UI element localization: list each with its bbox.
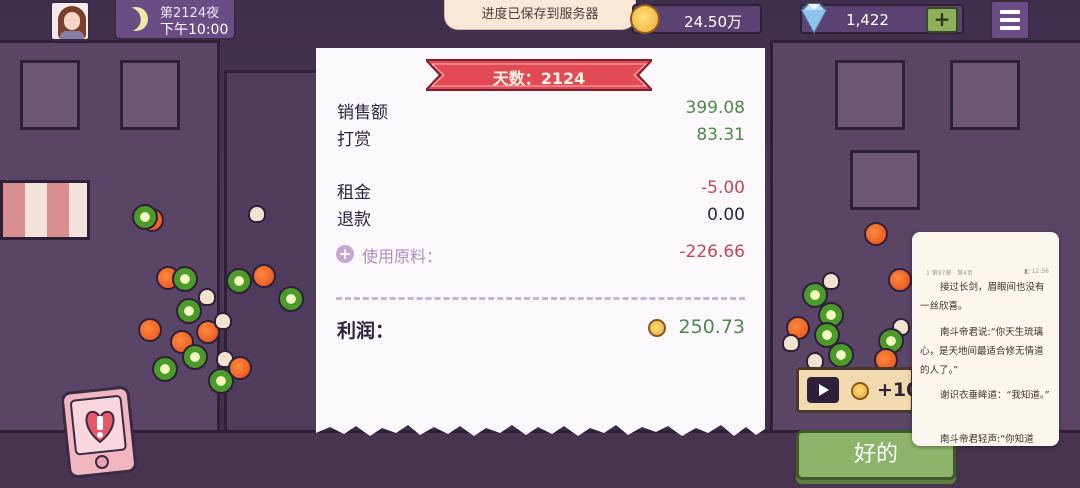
garlic-clove xyxy=(214,312,232,330)
tips-label: 打赏 xyxy=(337,130,371,150)
building-window xyxy=(20,60,80,130)
tomato-slice xyxy=(252,264,276,288)
pepper-slice xyxy=(208,368,234,394)
coin-icon xyxy=(630,4,660,34)
tips-value: 83.31 xyxy=(696,125,745,145)
phone-alert-button[interactable] xyxy=(62,384,138,478)
receipt-divider xyxy=(336,297,745,300)
tomato-slice xyxy=(138,318,162,342)
pepper-slice xyxy=(132,204,158,230)
profit-value: 250.73 xyxy=(678,316,745,338)
materials-label[interactable]: 使用原料： xyxy=(362,243,442,267)
play-video-icon xyxy=(807,377,839,403)
tomato-slice xyxy=(888,268,912,292)
building-window xyxy=(950,60,1020,130)
sales-label: 销售额 xyxy=(337,103,388,123)
building-window xyxy=(850,150,920,210)
reader-status: 1 第97章 · 第4页 xyxy=(926,270,973,277)
watch-ad-button[interactable]: +10 xyxy=(796,367,919,413)
materials-value: -226.66 xyxy=(679,242,745,262)
refund-value: 0.00 xyxy=(707,205,745,225)
pepper-slice xyxy=(828,342,854,368)
day-time-panel: 第2124夜 下午10:00 xyxy=(114,0,236,40)
pepper-slice xyxy=(172,266,198,292)
daily-receipt: 天数：2124 销售额 399.08 打赏 83.31 租金 -5.00 退款 … xyxy=(316,48,765,436)
refund-label: 退款 xyxy=(337,210,371,230)
garlic-clove xyxy=(198,288,216,306)
save-status-toast: 进度已保存到服务器 xyxy=(444,0,636,30)
buy-gems-button[interactable]: + xyxy=(926,7,958,33)
sales-value: 399.08 xyxy=(685,98,745,118)
menu-button[interactable] xyxy=(990,0,1030,40)
avatar-face xyxy=(64,12,80,30)
reader-paragraph: 南斗帝君说:“你天生琉璃心，是天地间最适合修无情道的人了。” xyxy=(920,327,1044,376)
hamburger-line xyxy=(1000,10,1020,14)
hamburger-line xyxy=(1000,26,1020,30)
expand-materials-icon[interactable]: + xyxy=(336,245,354,263)
reader-clock: ◧ 12:56 xyxy=(1024,268,1049,275)
avatar-body xyxy=(60,31,84,39)
garlic-clove xyxy=(782,334,800,352)
diamond-icon xyxy=(800,3,828,35)
coin-icon xyxy=(851,382,869,400)
rent-value: -5.00 xyxy=(701,178,745,198)
pepper-slice xyxy=(226,268,252,294)
profit-label: 利润： xyxy=(337,320,395,342)
reader-paragraph: 南斗帝君轻声:“你知道 xyxy=(940,434,1034,445)
day-banner-text: 天数：2124 xyxy=(492,69,586,88)
reading-overlay[interactable]: 1 第97章 · 第4页 ◧ 12:56 接过长剑，眉眼间也没有一丝欣喜。 南斗… xyxy=(912,232,1059,446)
shop-front xyxy=(224,70,324,440)
gem-balance: 1,422 + xyxy=(800,3,964,35)
garlic-clove xyxy=(248,205,266,223)
pepper-slice xyxy=(278,286,304,312)
reader-paragraph: 谢识衣垂眸道：“我知道。” xyxy=(940,390,1050,401)
pepper-slice xyxy=(152,356,178,382)
pepper-slice xyxy=(182,344,208,370)
building-window xyxy=(120,60,180,130)
gem-amount: 1,422 xyxy=(846,11,889,29)
building-window xyxy=(835,60,905,130)
coin-icon xyxy=(648,319,666,337)
coin-balance: 24.50万 xyxy=(630,4,762,34)
torn-edge xyxy=(316,421,765,436)
reader-paragraph: 接过长剑，眉眼间也没有一丝欣喜。 xyxy=(920,282,1045,312)
clock-time: 下午10:00 xyxy=(160,22,229,38)
tomato-slice xyxy=(864,222,888,246)
striped-awning xyxy=(0,180,90,240)
moon-icon xyxy=(121,4,152,35)
hamburger-line xyxy=(1000,18,1020,22)
coin-amount: 24.50万 xyxy=(684,13,742,31)
rent-label: 租金 xyxy=(337,183,371,203)
player-avatar[interactable] xyxy=(50,1,90,41)
